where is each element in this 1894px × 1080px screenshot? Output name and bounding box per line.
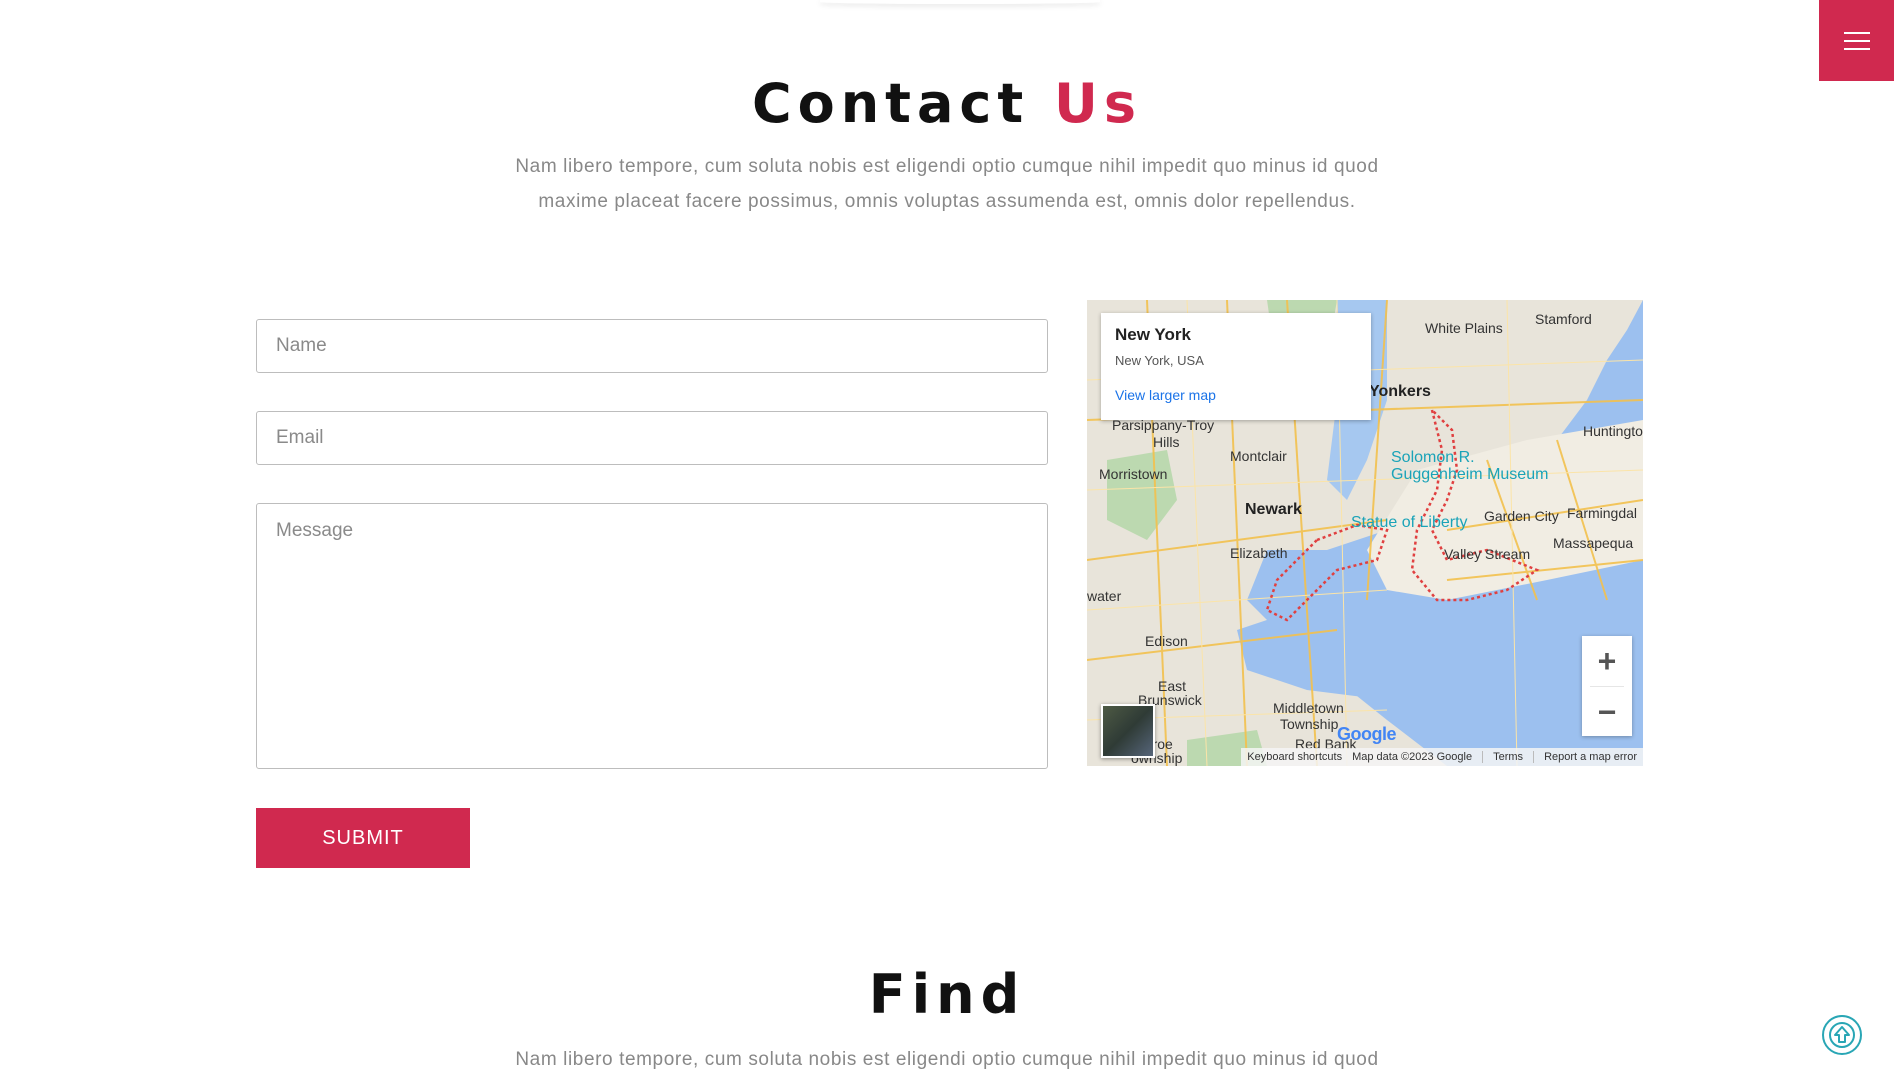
menu-button[interactable]	[1819, 0, 1894, 81]
map-label-farmingdale: Farmingdal	[1567, 505, 1638, 521]
map-label-edison: Edison	[1145, 633, 1188, 649]
map-label-stamford: Stamford	[1535, 311, 1592, 327]
map-place-subtitle: New York, USA	[1115, 353, 1204, 368]
attribution-divider	[1533, 751, 1535, 763]
zoom-out-button[interactable]: −	[1582, 687, 1632, 737]
attribution-divider	[1482, 751, 1484, 763]
message-textarea[interactable]	[256, 503, 1048, 769]
keyboard-shortcuts-link[interactable]: Keyboard shortcuts	[1247, 751, 1342, 763]
map-data-text: Map data ©2023 Google	[1352, 751, 1473, 763]
hamburger-menu-icon	[1843, 26, 1870, 56]
map-zoom-control: + −	[1582, 636, 1632, 736]
map-label-middletown-line1: Middletown	[1273, 700, 1344, 716]
map-label-yonkers: Yonkers	[1369, 383, 1431, 400]
map-label-huntington: Huntingto	[1583, 423, 1643, 439]
map-label-statue-of-liberty: Statue of Liberty	[1351, 514, 1468, 531]
contact-title-accent: Us	[1054, 72, 1143, 135]
map-label-morristown: Morristown	[1099, 466, 1168, 482]
contact-title-main: Contact	[751, 72, 1030, 135]
contact-title: Contact Us	[0, 72, 1894, 135]
map-embed[interactable]: White Plains Stamford Yonkers Huntingto …	[1087, 300, 1643, 766]
contact-description: Nam libero tempore, cum soluta nobis est…	[515, 156, 1379, 212]
header-shadow	[820, 0, 1100, 4]
email-input[interactable]	[256, 411, 1048, 465]
zoom-in-button[interactable]: +	[1582, 636, 1632, 686]
google-logo: Google	[1337, 724, 1397, 744]
map-info-card: New York New York, USA View larger map	[1101, 313, 1371, 420]
map-place-title: New York	[1115, 325, 1191, 344]
find-title: Find	[868, 963, 1026, 1026]
map-label-montclair: Montclair	[1230, 448, 1287, 464]
map-label-white-plains: White Plains	[1425, 320, 1503, 336]
submit-button[interactable]: SUBMIT	[256, 808, 470, 868]
map-label-elizabeth: Elizabeth	[1230, 545, 1288, 561]
map-label-guggenheim-line2: Guggenheim Museum	[1391, 466, 1549, 483]
map-label-garden-city: Garden City	[1484, 508, 1559, 524]
find-description: Nam libero tempore, cum soluta nobis est…	[515, 1049, 1379, 1070]
map-label-hills: Hills	[1153, 434, 1180, 450]
map-label-valley-stream: Valley Stream	[1444, 546, 1531, 562]
map-label-guggenheim-line1: Solomon R.	[1391, 449, 1475, 466]
scroll-to-top-button[interactable]	[1822, 1015, 1862, 1055]
arrow-up-circle-icon	[1829, 1022, 1855, 1048]
map-label-newark: Newark	[1245, 501, 1302, 518]
terms-link[interactable]: Terms	[1493, 751, 1523, 763]
map-label-water: water	[1087, 588, 1122, 604]
satellite-toggle-thumbnail[interactable]	[1101, 704, 1155, 758]
map-attribution-bar: Keyboard shortcuts Map data ©2023 Google…	[1241, 748, 1643, 766]
report-map-error-link[interactable]: Report a map error	[1544, 751, 1637, 763]
name-input[interactable]	[256, 319, 1048, 373]
map-label-middletown-line2: Township	[1280, 716, 1339, 732]
view-larger-map-link[interactable]: View larger map	[1115, 387, 1357, 403]
map-label-massapequa: Massapequa	[1553, 535, 1634, 551]
